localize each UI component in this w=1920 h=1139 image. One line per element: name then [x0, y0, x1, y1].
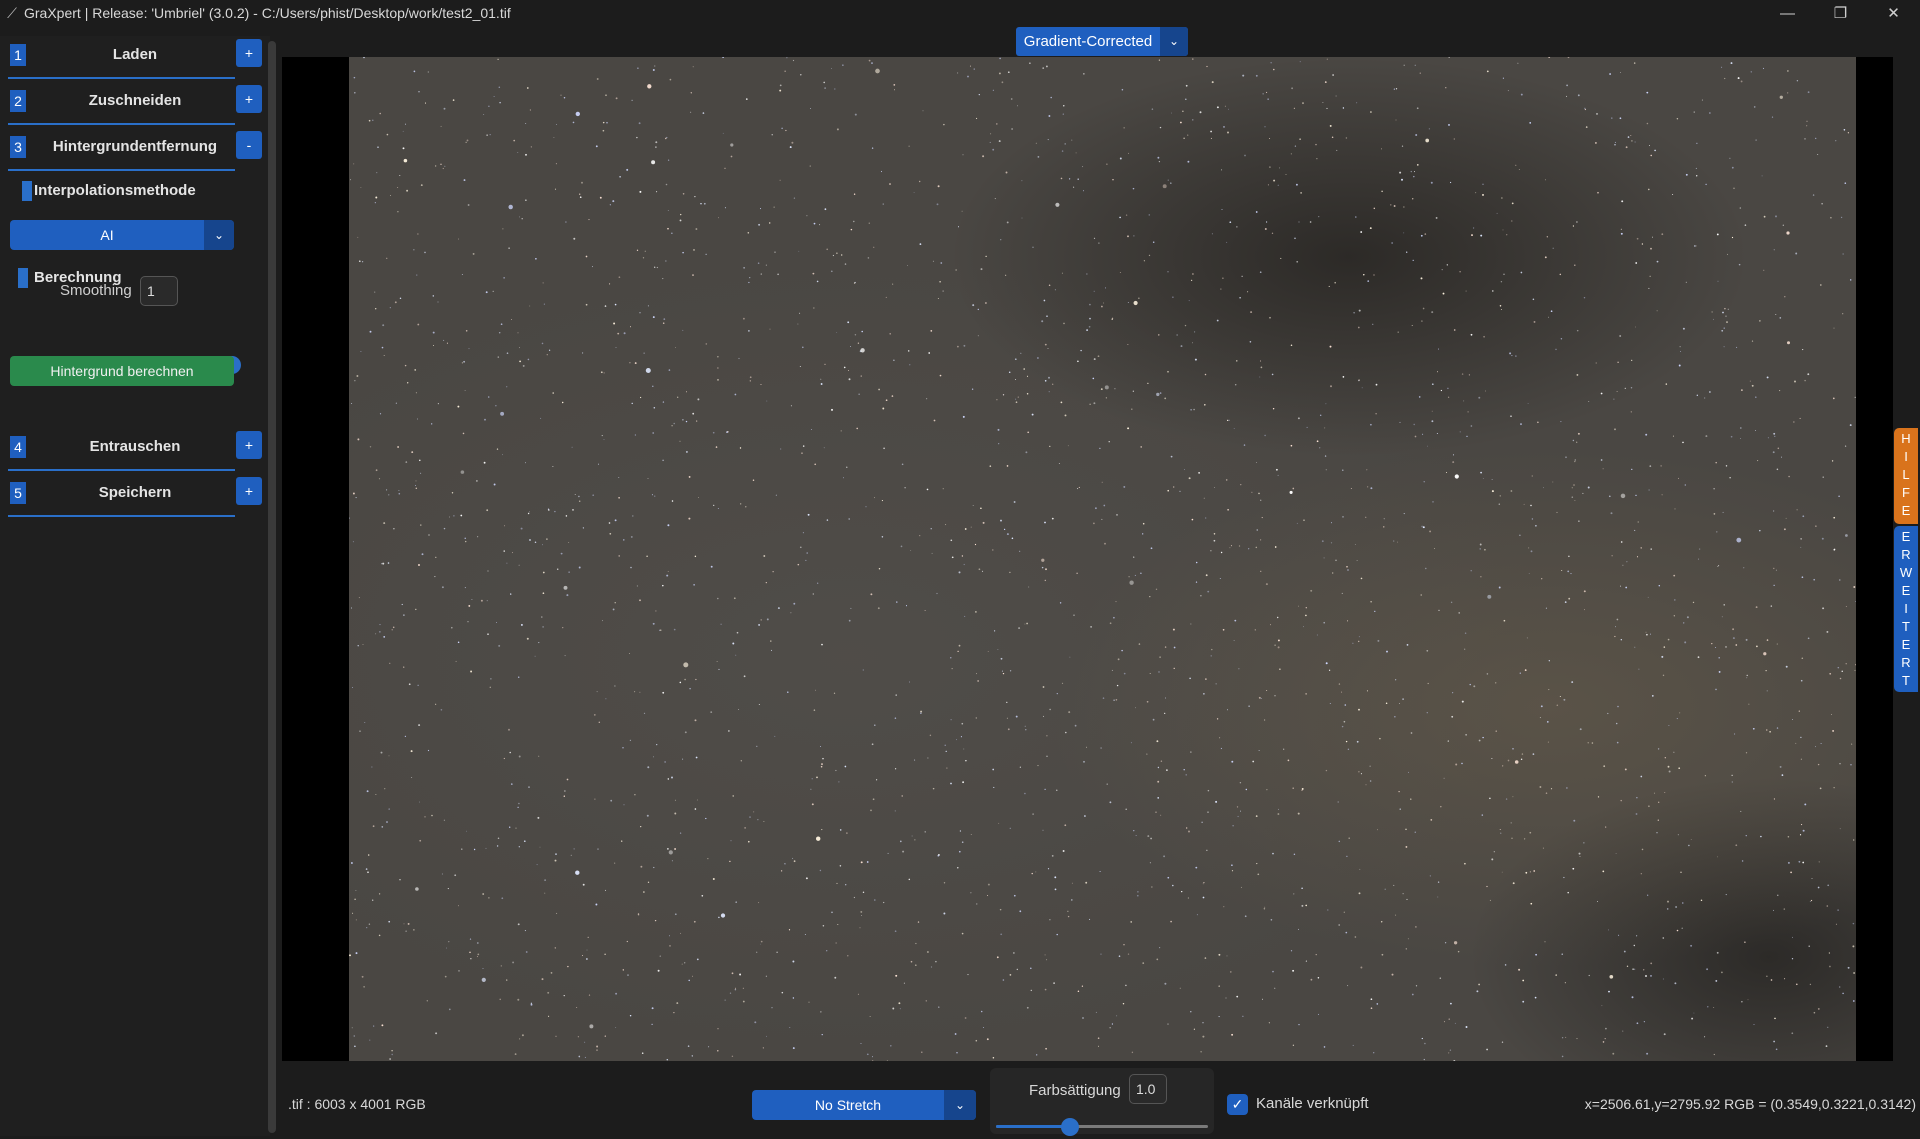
divider: [8, 169, 235, 171]
section-number: 4: [10, 436, 26, 458]
sidebar: 1 Laden + 2 Zuschneiden + 3 Hintergrunde…: [0, 36, 270, 1136]
sub-section-marker: [18, 268, 28, 288]
divider: [8, 77, 235, 79]
saturation-input[interactable]: 1.0: [1129, 1074, 1167, 1104]
divider: [8, 469, 235, 471]
calculate-background-button[interactable]: Hintergrund berechnen: [10, 356, 234, 386]
title-bar: ⟋ GraXpert | Release: 'Umbriel' (3.0.2) …: [0, 0, 1920, 26]
section-laden[interactable]: 1 Laden +: [0, 36, 270, 82]
section-title[interactable]: Entrauschen: [34, 436, 236, 458]
tab-letter[interactable]: E: [1894, 636, 1918, 654]
stretch-dropdown[interactable]: No Stretch ⌄: [752, 1090, 976, 1120]
chevron-down-icon[interactable]: ⌄: [1160, 27, 1188, 56]
tab-letter[interactable]: W: [1894, 564, 1918, 582]
section-entrauschen[interactable]: 4 Entrauschen +: [0, 428, 270, 474]
astro-image[interactable]: [349, 57, 1856, 1061]
maximize-icon[interactable]: ❐: [1814, 0, 1867, 26]
channels-linked-checkbox[interactable]: ✓: [1227, 1094, 1248, 1115]
section-number: 1: [10, 44, 26, 66]
section-number: 3: [10, 136, 26, 158]
stretch-value[interactable]: No Stretch: [752, 1090, 944, 1120]
chevron-down-icon[interactable]: ⌄: [944, 1090, 976, 1120]
interpolation-value[interactable]: AI: [10, 220, 204, 250]
tab-letter[interactable]: L: [1894, 466, 1918, 484]
image-canvas[interactable]: [282, 57, 1893, 1061]
view-mode-dropdown[interactable]: Gradient-Corrected ⌄: [1016, 27, 1188, 56]
tab-letter[interactable]: R: [1894, 546, 1918, 564]
section-title[interactable]: Speichern: [34, 482, 236, 504]
section-speichern[interactable]: 5 Speichern +: [0, 474, 270, 520]
expand-button[interactable]: +: [236, 85, 262, 113]
section-title[interactable]: Hintergrundentfernung: [34, 136, 236, 158]
collapse-button[interactable]: -: [236, 131, 262, 159]
advanced-tab[interactable]: ERWEITERT: [1894, 526, 1918, 692]
file-info: .tif : 6003 x 4001 RGB: [288, 1096, 426, 1112]
tab-letter[interactable]: H: [1894, 430, 1918, 448]
expand-button[interactable]: +: [236, 431, 262, 459]
sidebar-scrollbar[interactable]: [268, 41, 276, 1133]
interpolation-dropdown[interactable]: AI ⌄: [10, 220, 234, 250]
section-number: 5: [10, 482, 26, 504]
section-title[interactable]: Laden: [34, 44, 236, 66]
tab-letter[interactable]: E: [1894, 528, 1918, 546]
channels-linked-label: Kanäle verknüpft: [1256, 1095, 1369, 1112]
expand-button[interactable]: +: [236, 477, 262, 505]
tab-letter[interactable]: E: [1894, 502, 1918, 520]
section-zuschneiden[interactable]: 2 Zuschneiden +: [0, 82, 270, 128]
close-icon[interactable]: ✕: [1867, 0, 1920, 26]
minimize-icon[interactable]: —: [1761, 0, 1814, 26]
divider: [8, 123, 235, 125]
smoothing-input[interactable]: 1: [140, 276, 178, 306]
app-logo-icon: ⟋: [7, 5, 17, 21]
section-title[interactable]: Zuschneiden: [34, 90, 236, 112]
tab-letter[interactable]: E: [1894, 582, 1918, 600]
tab-letter[interactable]: F: [1894, 484, 1918, 502]
tab-letter[interactable]: T: [1894, 672, 1918, 690]
saturation-label: Farbsättigung: [1029, 1082, 1121, 1099]
smoothing-label: Smoothing: [60, 282, 132, 299]
window-controls: — ❐ ✕: [1761, 0, 1920, 26]
view-mode-value[interactable]: Gradient-Corrected: [1016, 27, 1160, 56]
tab-letter[interactable]: I: [1894, 600, 1918, 618]
star-overlay: [349, 57, 1856, 1061]
saturation-slider-fill: [996, 1125, 1070, 1128]
divider: [8, 515, 235, 517]
tab-letter[interactable]: I: [1894, 448, 1918, 466]
tab-letter[interactable]: T: [1894, 618, 1918, 636]
saturation-slider-handle[interactable]: [1061, 1118, 1079, 1136]
window-title: GraXpert | Release: 'Umbriel' (3.0.2) - …: [24, 5, 511, 21]
sub-section-marker: [22, 181, 32, 201]
expand-button[interactable]: +: [236, 39, 262, 67]
section-hintergrundentfernung[interactable]: 3 Hintergrundentfernung -: [0, 128, 270, 174]
cursor-coordinates: x=2506.61,y=2795.92 RGB = (0.3549,0.3221…: [1584, 1096, 1916, 1112]
chevron-down-icon[interactable]: ⌄: [204, 220, 234, 250]
section-number: 2: [10, 90, 26, 112]
interpolation-label: Interpolationsmethode: [34, 182, 196, 199]
help-tab[interactable]: HILFE: [1894, 428, 1918, 524]
tab-letter[interactable]: R: [1894, 654, 1918, 672]
